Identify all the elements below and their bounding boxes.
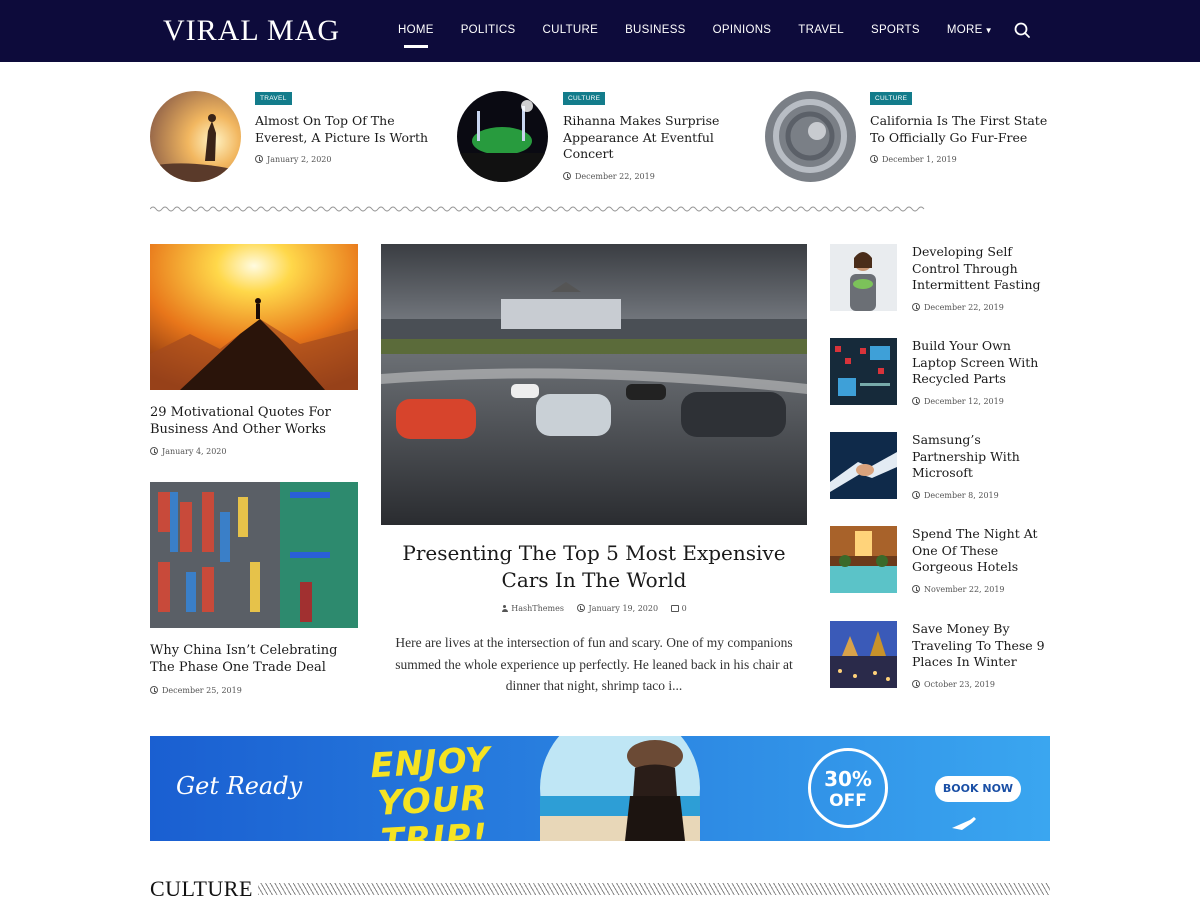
featured-comments-count: 0 bbox=[681, 604, 687, 613]
post-date: January 2, 2020 bbox=[255, 155, 331, 164]
site-header: VIRAL MAG HOME POLITICS CULTURE BUSINESS… bbox=[0, 0, 1200, 62]
featured-image-cars[interactable] bbox=[381, 244, 807, 525]
nav-sports[interactable]: SPORTS bbox=[871, 24, 920, 36]
top-post-title[interactable]: Almost On Top Of The Everest, A Picture … bbox=[255, 113, 430, 146]
post-image-mountain[interactable] bbox=[150, 244, 358, 390]
section-title: CULTURE bbox=[150, 876, 253, 900]
top-post-thumb-concert[interactable] bbox=[457, 91, 548, 182]
post-date: December 22, 2019 bbox=[912, 303, 1004, 312]
featured-title[interactable]: Presenting The Top 5 Most Expensive Cars… bbox=[381, 540, 807, 594]
post-date-text: December 22, 2019 bbox=[575, 172, 655, 181]
featured-excerpt: Here are lives at the intersection of fu… bbox=[395, 635, 793, 693]
top-post-thumb-fur[interactable] bbox=[765, 91, 856, 182]
nav-more[interactable]: MORE ▼ bbox=[947, 24, 993, 36]
nav-culture[interactable]: CULTURE bbox=[543, 24, 599, 36]
discount-badge: 30% OFF bbox=[808, 748, 888, 828]
discount-off: OFF bbox=[829, 791, 867, 811]
plane-icon bbox=[952, 817, 976, 830]
side-post-title[interactable]: Samsung’s Partnership With Microsoft bbox=[912, 432, 1052, 482]
post-date: November 22, 2019 bbox=[912, 585, 1005, 594]
clock-icon bbox=[912, 680, 920, 688]
post-date: December 12, 2019 bbox=[912, 397, 1004, 406]
post-thumb-handshake[interactable] bbox=[830, 432, 897, 499]
featured-author[interactable]: HashThemes bbox=[501, 604, 564, 613]
user-icon bbox=[501, 605, 508, 612]
discount-percent: 30% bbox=[824, 767, 872, 791]
top-post-thumb-everest[interactable] bbox=[150, 91, 241, 182]
featured-date-text: January 19, 2020 bbox=[588, 604, 659, 613]
site-logo[interactable]: VIRAL MAG bbox=[163, 14, 340, 48]
post-image-port[interactable] bbox=[150, 482, 358, 628]
search-icon[interactable] bbox=[1012, 20, 1034, 42]
nav-home[interactable]: HOME bbox=[398, 24, 434, 48]
post-date-text: December 25, 2019 bbox=[162, 686, 242, 695]
banner-headline-line-2: YOUR TRIP! bbox=[376, 778, 490, 841]
post-date-text: December 22, 2019 bbox=[924, 303, 1004, 312]
nav-politics[interactable]: POLITICS bbox=[461, 24, 516, 36]
top-post-title[interactable]: California Is The First State To Officia… bbox=[870, 113, 1050, 146]
category-badge[interactable]: CULTURE bbox=[563, 92, 606, 105]
clock-icon bbox=[912, 491, 920, 499]
book-now-button[interactable]: BOOK NOW bbox=[935, 776, 1021, 802]
main-nav: HOME POLITICS CULTURE BUSINESS OPINIONS … bbox=[398, 24, 1020, 48]
top-post-title[interactable]: Rihanna Makes Surprise Appearance At Eve… bbox=[563, 113, 733, 163]
post-thumb-laptop[interactable] bbox=[830, 338, 897, 405]
nav-business[interactable]: BUSINESS bbox=[625, 24, 686, 36]
section-hatch-divider bbox=[258, 883, 1050, 895]
clock-icon bbox=[912, 303, 920, 311]
post-date-text: December 8, 2019 bbox=[924, 491, 999, 500]
side-post-title[interactable]: Developing Self Control Through Intermit… bbox=[912, 244, 1052, 294]
clock-icon bbox=[563, 172, 571, 180]
post-date-text: December 12, 2019 bbox=[924, 397, 1004, 406]
post-date: December 1, 2019 bbox=[870, 155, 957, 164]
post-date-text: December 1, 2019 bbox=[882, 155, 957, 164]
post-title[interactable]: Why China Isn’t Celebrating The Phase On… bbox=[150, 642, 358, 676]
post-date-text: January 2, 2020 bbox=[267, 155, 332, 164]
nav-opinions[interactable]: OPINIONS bbox=[713, 24, 772, 36]
post-date: December 8, 2019 bbox=[912, 491, 999, 500]
post-date: December 22, 2019 bbox=[563, 172, 655, 181]
post-thumb-winter[interactable] bbox=[830, 621, 897, 688]
clock-icon bbox=[255, 155, 263, 163]
nav-travel[interactable]: TRAVEL bbox=[798, 24, 844, 36]
clock-icon bbox=[912, 585, 920, 593]
category-badge[interactable]: CULTURE bbox=[870, 92, 913, 105]
post-date: December 25, 2019 bbox=[150, 686, 242, 695]
featured-author-text: HashThemes bbox=[511, 604, 564, 613]
banner-get-ready: Get Ready bbox=[176, 772, 303, 800]
clock-icon bbox=[150, 686, 158, 694]
banner-headline: ENJOY YOUR TRIP! bbox=[342, 739, 523, 841]
wavy-divider bbox=[150, 206, 925, 212]
post-thumb-fasting[interactable] bbox=[830, 244, 897, 311]
side-post-title[interactable]: Build Your Own Laptop Screen With Recycl… bbox=[912, 338, 1052, 388]
category-badge[interactable]: TRAVEL bbox=[255, 92, 292, 105]
side-post-title[interactable]: Spend The Night At One Of These Gorgeous… bbox=[912, 526, 1052, 576]
featured-date: January 19, 2020 bbox=[576, 604, 659, 613]
post-date: January 4, 2020 bbox=[150, 447, 226, 456]
promo-banner[interactable]: Get Ready ENJOY YOUR TRIP! 30% OFF BOOK … bbox=[150, 736, 1050, 841]
post-date-text: October 23, 2019 bbox=[924, 680, 995, 689]
featured-meta: HashThemes January 19, 2020 0 bbox=[381, 604, 807, 613]
clock-icon bbox=[576, 604, 585, 612]
post-title[interactable]: 29 Motivational Quotes For Business And … bbox=[150, 404, 358, 438]
featured-comments[interactable]: 0 bbox=[670, 604, 687, 613]
clock-icon bbox=[150, 447, 158, 455]
nav-more-label: MORE bbox=[946, 24, 983, 36]
post-thumb-hotel[interactable] bbox=[830, 526, 897, 593]
post-date-text: January 4, 2020 bbox=[162, 447, 227, 456]
clock-icon bbox=[870, 155, 878, 163]
post-date: October 23, 2019 bbox=[912, 680, 995, 689]
comment-icon bbox=[670, 605, 679, 612]
chevron-down-icon: ▼ bbox=[984, 26, 993, 35]
side-post-title[interactable]: Save Money By Traveling To These 9 Place… bbox=[912, 621, 1052, 671]
post-date-text: November 22, 2019 bbox=[924, 585, 1005, 594]
clock-icon bbox=[912, 397, 920, 405]
